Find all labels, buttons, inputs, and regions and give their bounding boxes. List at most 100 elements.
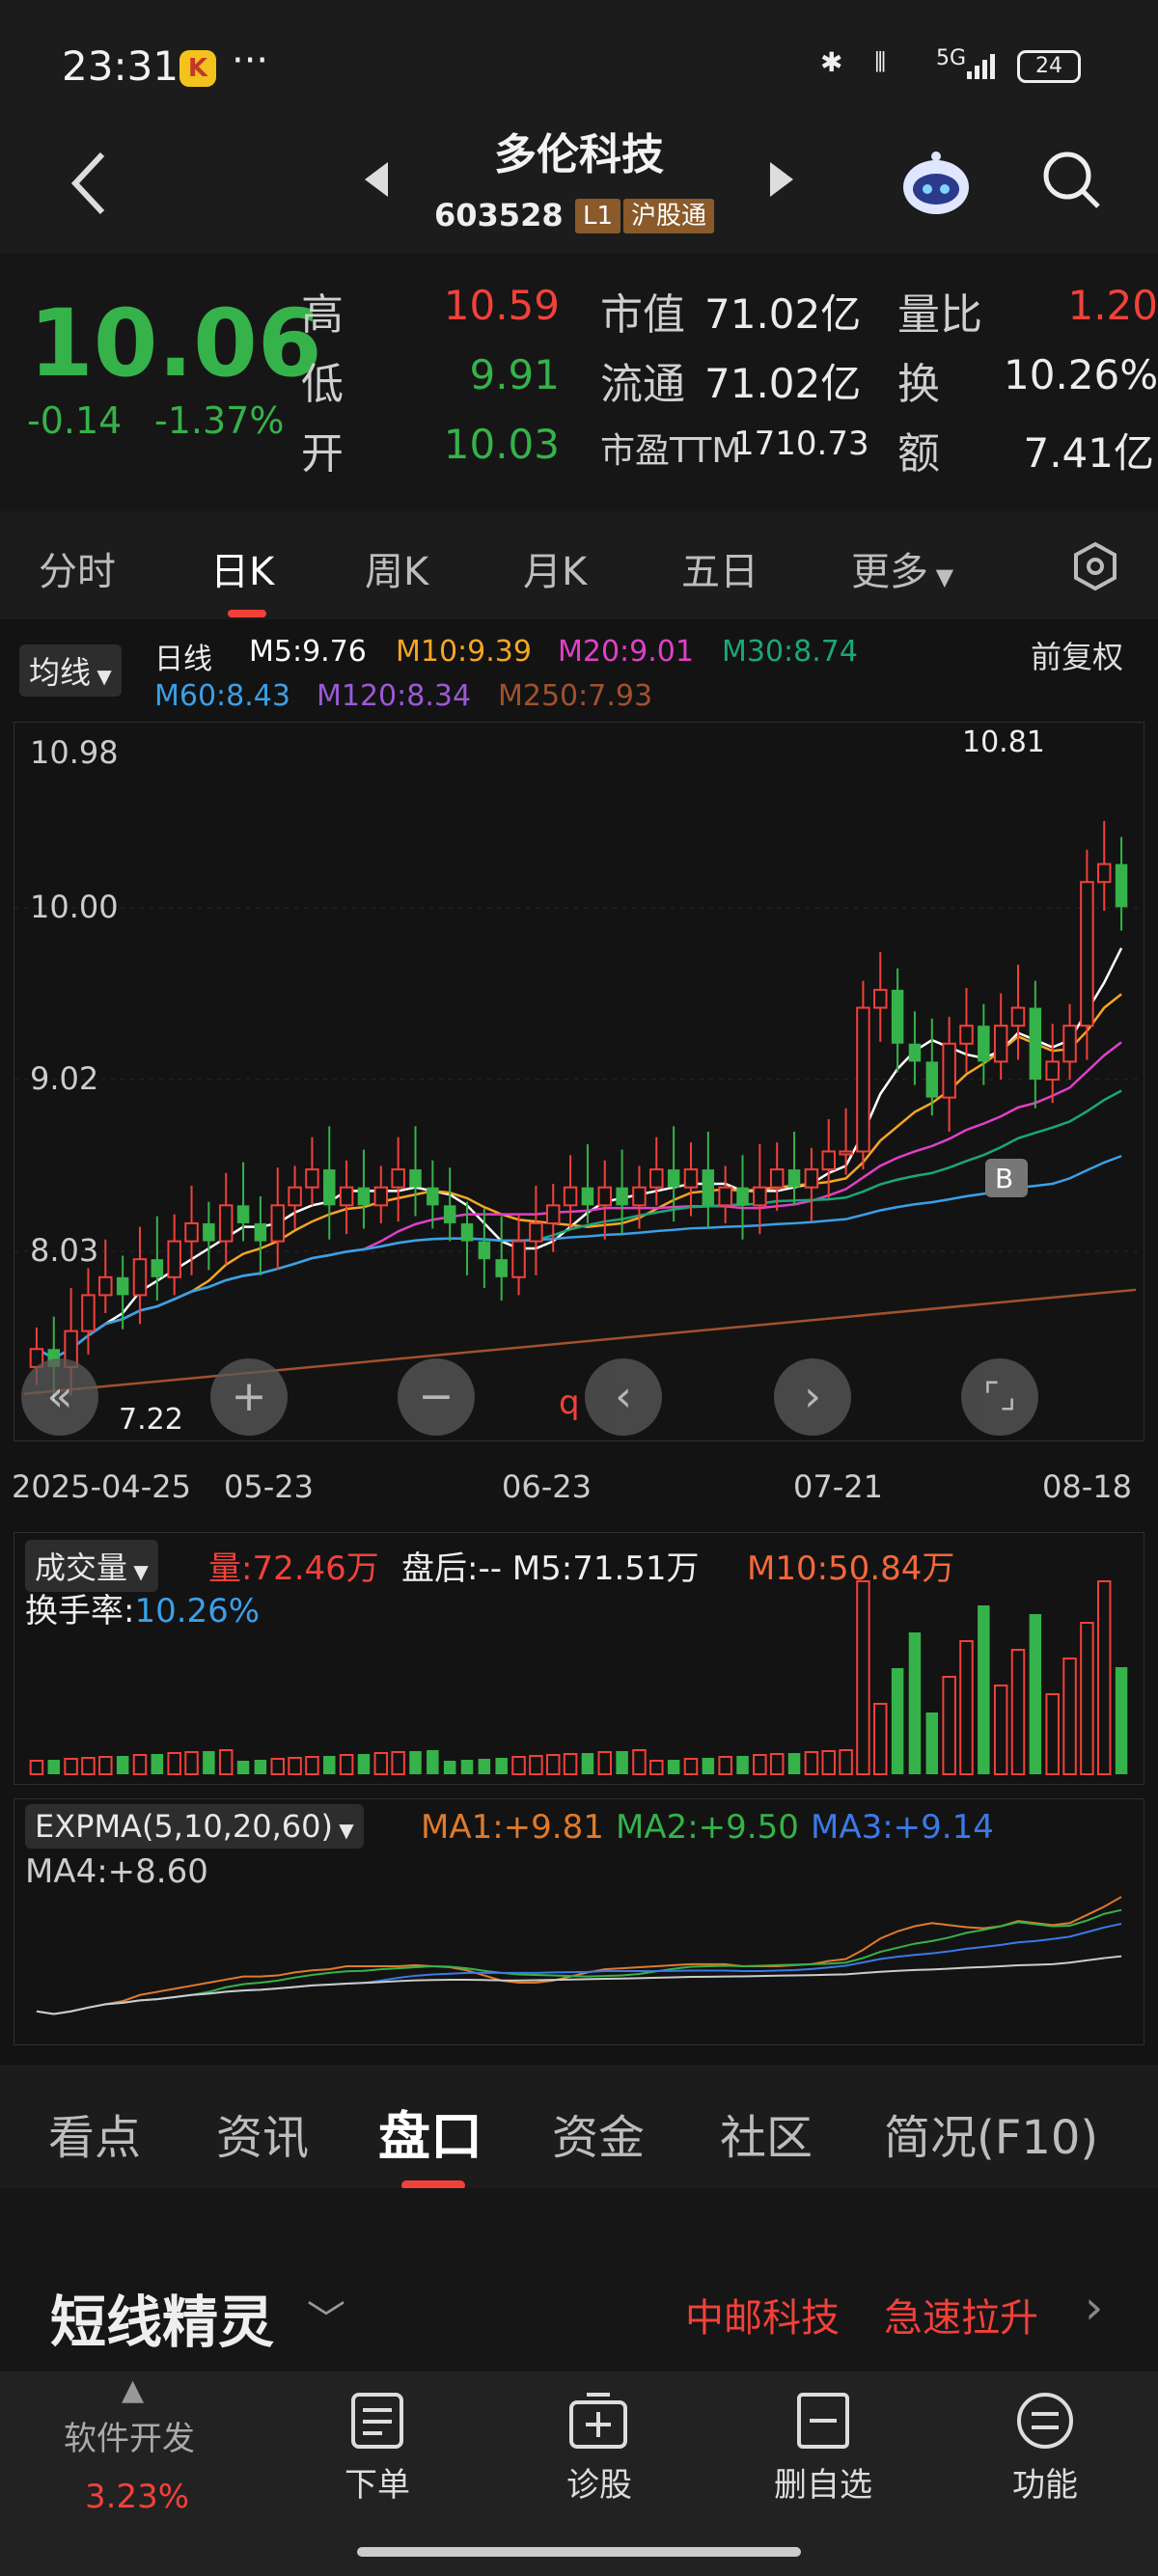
menu-icon[interactable]: [1015, 2391, 1075, 2451]
candle-body: [873, 988, 888, 1009]
status-time: 23:31: [62, 42, 179, 90]
tab-daily-k[interactable]: 日K: [210, 540, 274, 596]
caret-up-icon[interactable]: ▲: [122, 2373, 144, 2407]
volume-bar: [942, 1676, 956, 1775]
zoom-out-button[interactable]: −: [398, 1358, 475, 1436]
candle-body: [184, 1221, 199, 1243]
candle-body: [942, 1042, 956, 1099]
diagnose-icon[interactable]: [567, 2391, 629, 2451]
ma-selector[interactable]: 均线 ▼: [19, 644, 122, 697]
chevron-down-icon[interactable]: ﹀: [307, 2288, 345, 2344]
ma250-label: M250:7.93: [498, 679, 653, 713]
y-tick: 10.98: [30, 734, 119, 771]
tab-news[interactable]: 资讯: [216, 2099, 309, 2167]
turnover-rate-label: 换手率:10.26%: [25, 1584, 260, 1631]
ma20-label: M20:9.01: [558, 635, 694, 669]
vol-ratio-value: 1.20: [1067, 282, 1158, 329]
volume-bar: [1062, 1658, 1077, 1775]
adjust-mode-button[interactable]: 前复权: [1031, 633, 1123, 677]
robot-assistant-icon[interactable]: [897, 145, 975, 222]
candle-body: [667, 1169, 680, 1188]
candle-body: [563, 1186, 578, 1207]
tab-f10[interactable]: 简况(F10): [884, 2099, 1098, 2167]
ma20-line: [36, 1041, 1122, 1359]
nav-diagnose[interactable]: 诊股: [522, 2458, 676, 2506]
tab-five-day[interactable]: 五日: [681, 540, 758, 596]
volume-ma10: M10:50.84万: [747, 1549, 955, 1588]
zoom-in-button[interactable]: +: [210, 1358, 288, 1436]
nav-remove-watchlist[interactable]: 删自选: [746, 2458, 900, 2506]
fullscreen-icon: ⌜⌟: [983, 1377, 1016, 1416]
volume-bar: [323, 1756, 336, 1774]
candle-body: [581, 1187, 594, 1206]
candle-body: [649, 1168, 664, 1189]
candle-body: [1045, 1060, 1060, 1081]
battery-icon: 24: [1017, 50, 1081, 83]
home-indicator[interactable]: [357, 2547, 801, 2557]
ma10-label: M10:9.39: [396, 635, 532, 669]
candle-body: [167, 1240, 181, 1278]
sprite-event: 急速拉升: [884, 2296, 1038, 2341]
float-label: 流通: [600, 360, 685, 409]
tab-community[interactable]: 社区: [720, 2099, 813, 2167]
mcap-label: 市值: [600, 290, 685, 340]
tab-highlights[interactable]: 看点: [48, 2099, 141, 2167]
tab-weekly-k[interactable]: 周K: [365, 540, 428, 596]
volume-bar: [804, 1751, 819, 1775]
candle-body: [993, 1025, 1008, 1063]
chevron-down-icon: ▼: [332, 1819, 354, 1842]
expma-ma1-line: [36, 1896, 1122, 2015]
expma-selector[interactable]: EXPMA(5,10,20,60) ▼: [25, 1804, 364, 1849]
volume-bar: [529, 1755, 543, 1775]
tab-order-book[interactable]: 盘口: [378, 2094, 482, 2170]
volume-bar: [29, 1760, 44, 1775]
app-notification-icon: K: [179, 50, 216, 87]
volume-bar: [925, 1713, 939, 1774]
nav-order[interactable]: 下单: [300, 2458, 455, 2506]
scroll-right-button[interactable]: ›: [774, 1358, 851, 1436]
candle-body: [1096, 863, 1112, 884]
turnover-rate-value: 10.26%: [134, 1592, 261, 1631]
volume-bar: [409, 1751, 422, 1774]
buy-marker: B: [995, 1163, 1013, 1194]
ma30-line: [36, 1089, 1122, 1359]
sector-change: 3.23%: [85, 2478, 190, 2516]
volume-bar: [597, 1751, 613, 1775]
ma120-label: M120:8.34: [317, 679, 472, 713]
candle-body: [856, 1006, 870, 1153]
sector-name[interactable]: 软件开发: [64, 2412, 195, 2459]
fullscreen-button[interactable]: ⌜⌟: [961, 1358, 1038, 1436]
tab-more[interactable]: 更多 ▼: [851, 540, 953, 596]
low-value: 9.91: [469, 351, 560, 398]
chevron-left-icon: ‹: [615, 1372, 632, 1421]
expma-ma1: MA1:+9.81: [421, 1808, 604, 1847]
pe-label: 市盈TTM: [600, 431, 742, 471]
back-icon[interactable]: [66, 145, 114, 222]
tab-funds[interactable]: 资金: [552, 2099, 645, 2167]
tab-intraday[interactable]: 分时: [39, 540, 116, 596]
sprite-stock[interactable]: 中邮科技: [685, 2287, 840, 2343]
tab-monthly-k[interactable]: 月K: [523, 540, 587, 596]
remove-watchlist-icon[interactable]: [795, 2391, 851, 2451]
candle-body: [495, 1259, 508, 1277]
volume-bar: [1115, 1667, 1128, 1774]
chevron-right-icon[interactable]: ›: [1085, 2281, 1103, 2335]
volume-bar: [116, 1756, 129, 1774]
last-price: 10.06: [29, 289, 322, 397]
period-label: 日线: [154, 643, 212, 676]
y-tick: 9.02: [30, 1060, 98, 1097]
candle-body: [339, 1186, 354, 1207]
search-icon[interactable]: [1040, 149, 1102, 210]
nav-functions[interactable]: 功能: [968, 2458, 1122, 2506]
settings-icon[interactable]: [1069, 540, 1121, 592]
scroll-left-fast-button[interactable]: «: [21, 1358, 98, 1436]
ma5-line: [36, 947, 1123, 1359]
next-stock-icon[interactable]: [768, 160, 795, 199]
candle-body: [288, 1186, 302, 1207]
volume-bar: [993, 1685, 1008, 1775]
scroll-left-button[interactable]: ‹: [585, 1358, 662, 1436]
open-label: 开: [301, 429, 344, 479]
candle-body: [218, 1204, 234, 1243]
order-icon[interactable]: [349, 2391, 405, 2451]
kline-chart[interactable]: 10.98 10.00 9.02 8.03 10.81 7.22 B q: [14, 722, 1144, 1441]
